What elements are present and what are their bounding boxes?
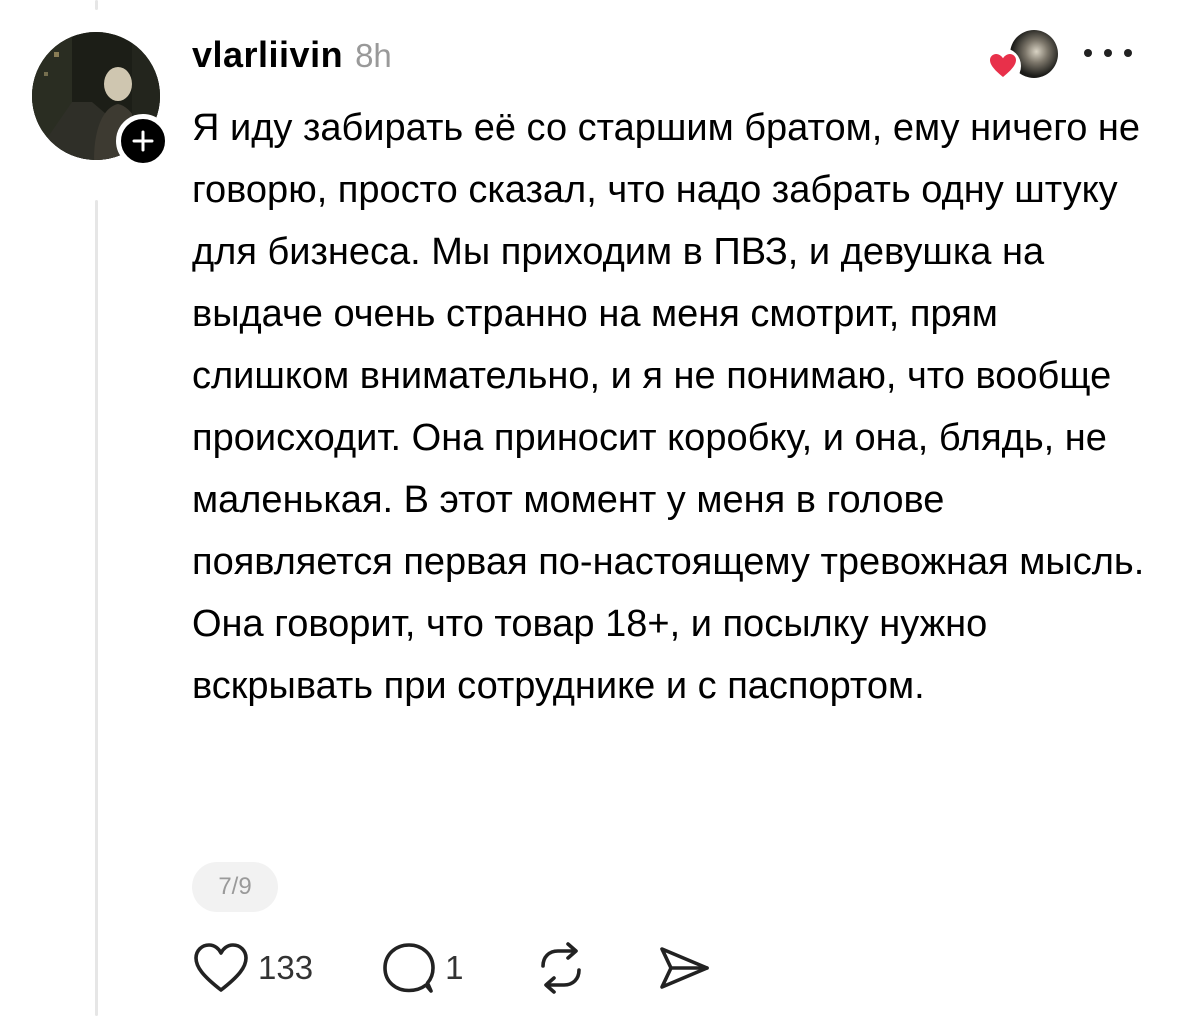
liked-by-badge — [985, 48, 1021, 84]
thread-line-top — [95, 0, 98, 10]
repost-icon — [541, 942, 582, 994]
more-options-button[interactable] — [1078, 38, 1138, 68]
follow-button[interactable] — [116, 114, 170, 168]
like-count: 133 — [258, 949, 314, 986]
send-icon — [660, 947, 710, 989]
reply-button[interactable]: 1 — [381, 938, 463, 998]
post-text: Я иду забирать её со старшим братом, ему… — [192, 107, 1145, 707]
like-button[interactable]: 133 — [192, 938, 313, 998]
author-avatar-container[interactable] — [32, 32, 170, 168]
heart-outline-icon — [194, 943, 248, 992]
thread-line — [95, 200, 98, 1016]
speech-bubble-icon — [383, 943, 435, 993]
username[interactable]: vlarliivin — [192, 34, 343, 76]
plus-icon — [132, 130, 154, 152]
share-button[interactable] — [657, 938, 711, 998]
post-header: vlarliivin 8h — [192, 34, 392, 84]
post-actions: 133 1 — [192, 938, 711, 998]
repost-button[interactable] — [535, 938, 587, 998]
reply-count: 1 — [445, 949, 464, 986]
heart-icon — [990, 54, 1016, 77]
page-indicator: 7/9 — [192, 862, 278, 912]
post-time: 8h — [355, 37, 392, 74]
ellipsis-icon — [1084, 49, 1132, 57]
